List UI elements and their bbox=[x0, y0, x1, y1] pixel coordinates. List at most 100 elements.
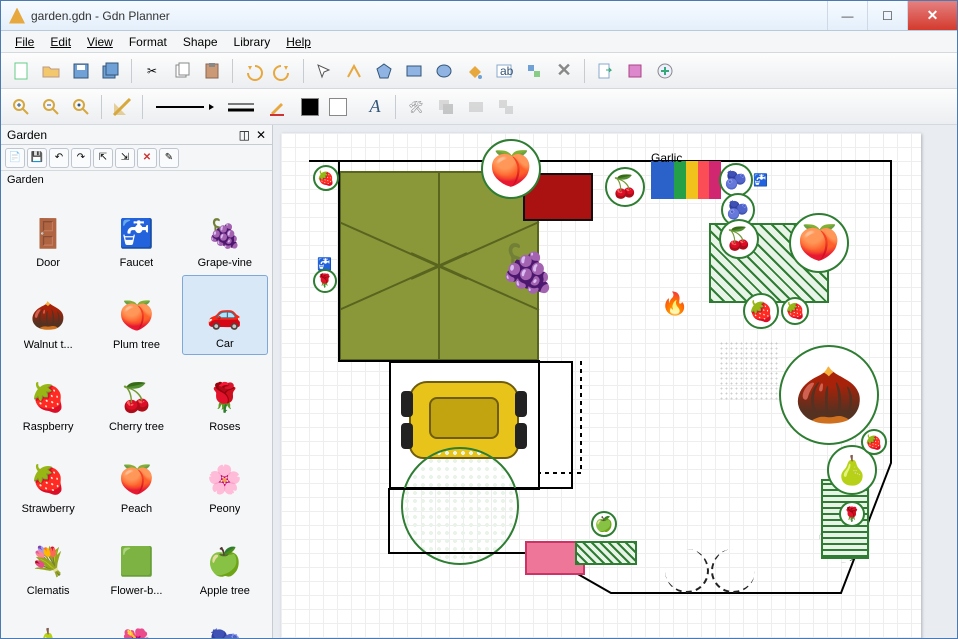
library-item[interactable]: 💐Clematis bbox=[5, 521, 91, 601]
library-item[interactable]: 🍏Apple tree bbox=[182, 521, 268, 601]
polygon-tool[interactable] bbox=[370, 57, 398, 85]
library-item[interactable]: 🌰Walnut t... bbox=[5, 275, 91, 355]
library-item[interactable]: 🌹Roses bbox=[182, 357, 268, 437]
canvas-area[interactable]: 🚰 🚰 Garlic 🍑 🍒 🫐 🫐 🌰 🍐 🍓 🌹 🍑 bbox=[273, 125, 957, 638]
save-button[interactable] bbox=[67, 57, 95, 85]
library-item[interactable]: 🍒Cherry tree bbox=[93, 357, 179, 437]
menu-library[interactable]: Library bbox=[226, 33, 279, 51]
zoom-out-button[interactable] bbox=[37, 93, 65, 121]
library-item[interactable]: 🌸Peony bbox=[182, 439, 268, 519]
panel-rename-icon[interactable]: ✎ bbox=[159, 148, 179, 168]
copy-button[interactable] bbox=[168, 57, 196, 85]
ellipse-tool[interactable] bbox=[430, 57, 458, 85]
door-arc[interactable] bbox=[665, 549, 709, 593]
library-item-label: Cherry tree bbox=[109, 421, 164, 433]
cut-button[interactable]: ✂ bbox=[138, 57, 166, 85]
library-item[interactable]: 🍇Grape-vine bbox=[182, 193, 268, 273]
library-item[interactable]: 🍑Peach bbox=[93, 439, 179, 519]
color-bar[interactable] bbox=[651, 161, 721, 199]
library-item-icon: 🍓 bbox=[28, 377, 68, 417]
library-item[interactable]: 🚪Door bbox=[5, 193, 91, 273]
select-tool[interactable] bbox=[310, 57, 338, 85]
cherry-plant-2[interactable]: 🍒 bbox=[719, 219, 759, 259]
panel-import-icon[interactable]: ⇱ bbox=[93, 148, 113, 168]
menu-view[interactable]: View bbox=[79, 33, 121, 51]
panel-delete-icon[interactable]: ✕ bbox=[137, 148, 157, 168]
door-arc[interactable] bbox=[711, 549, 755, 593]
plum-plant-2[interactable]: 🍑 bbox=[789, 213, 849, 273]
layers-button[interactable] bbox=[492, 93, 520, 121]
raspberry-plant-4[interactable]: 🍓 bbox=[313, 165, 339, 191]
library-item[interactable]: 🚰Faucet bbox=[93, 193, 179, 273]
panel-redo-icon[interactable]: ↷ bbox=[71, 148, 91, 168]
walnut-plant[interactable]: 🌰 bbox=[779, 345, 879, 445]
rose-plant-2[interactable]: 🌹 bbox=[313, 269, 337, 293]
raspberry-plant-3[interactable]: 🍓 bbox=[781, 297, 809, 325]
library-item[interactable]: 🌺Hibiskus bbox=[93, 603, 179, 638]
undo-button[interactable] bbox=[239, 57, 267, 85]
menu-shape[interactable]: Shape bbox=[175, 33, 226, 51]
zoom-fit-button[interactable] bbox=[67, 93, 95, 121]
panel-new-icon[interactable]: 📄 bbox=[5, 148, 25, 168]
maximize-button[interactable]: ☐ bbox=[867, 1, 907, 30]
add-button[interactable] bbox=[651, 57, 679, 85]
bonfire[interactable]: 🔥 bbox=[661, 291, 688, 317]
redo-button[interactable] bbox=[269, 57, 297, 85]
grape-vine[interactable]: 🍇 bbox=[499, 241, 556, 296]
bench[interactable] bbox=[575, 541, 637, 565]
canvas[interactable]: 🚰 🚰 Garlic 🍑 🍒 🫐 🫐 🌰 🍐 🍓 🌹 🍑 bbox=[281, 133, 921, 638]
menu-edit[interactable]: Edit bbox=[42, 33, 79, 51]
fill-tool[interactable] bbox=[460, 57, 488, 85]
tools-1[interactable]: 🛠 bbox=[402, 93, 430, 121]
menu-help[interactable]: Help bbox=[278, 33, 319, 51]
line-weight-button[interactable] bbox=[221, 93, 261, 121]
settings-button[interactable] bbox=[621, 57, 649, 85]
library-item[interactable]: 🍓Raspberry bbox=[5, 357, 91, 437]
group-button[interactable] bbox=[432, 93, 460, 121]
gravel-patch[interactable] bbox=[719, 341, 779, 401]
raspberry-plant[interactable]: 🍓 bbox=[861, 429, 887, 455]
library-item[interactable]: 🟩Flower-b... bbox=[93, 521, 179, 601]
rose-plant[interactable]: 🌹 bbox=[839, 501, 865, 527]
line-tool[interactable] bbox=[340, 57, 368, 85]
menu-format[interactable]: Format bbox=[121, 33, 175, 51]
zoom-in-button[interactable] bbox=[7, 93, 35, 121]
apple-plant[interactable]: 🍏 bbox=[591, 511, 617, 537]
panel-dock-icon[interactable]: ◫ bbox=[239, 128, 250, 142]
line-color-button[interactable] bbox=[263, 93, 291, 121]
garlic-label[interactable]: Garlic bbox=[651, 151, 682, 165]
close-button[interactable]: ✕ bbox=[907, 1, 957, 30]
library-item[interactable]: 🍓Strawberry bbox=[5, 439, 91, 519]
lawn-circle[interactable] bbox=[401, 447, 519, 565]
minimize-button[interactable]: — bbox=[827, 1, 867, 30]
panel-save-icon[interactable]: 💾 bbox=[27, 148, 47, 168]
library-item[interactable]: 🍑Plum tree bbox=[93, 275, 179, 355]
puzzle-tool[interactable] bbox=[520, 57, 548, 85]
fill-color-swatch[interactable] bbox=[301, 98, 319, 116]
line-style-button[interactable] bbox=[149, 93, 219, 121]
library-item[interactable]: 🍐Pear tree bbox=[5, 603, 91, 638]
save-all-button[interactable] bbox=[97, 57, 125, 85]
panel-undo-icon[interactable]: ↶ bbox=[49, 148, 69, 168]
panel-close-icon[interactable]: ✕ bbox=[256, 128, 266, 142]
menu-file[interactable]: File bbox=[7, 33, 42, 51]
raspberry-plant-2[interactable]: 🍓 bbox=[743, 293, 779, 329]
open-button[interactable] bbox=[37, 57, 65, 85]
font-button[interactable]: A bbox=[361, 93, 389, 121]
faucet-1[interactable]: 🚰 bbox=[753, 173, 779, 199]
panel-export-icon[interactable]: ⇲ bbox=[115, 148, 135, 168]
ruler-button[interactable] bbox=[108, 93, 136, 121]
export-button[interactable] bbox=[591, 57, 619, 85]
new-button[interactable] bbox=[7, 57, 35, 85]
cherry-plant[interactable]: 🍒 bbox=[605, 167, 645, 207]
rect-tool[interactable] bbox=[400, 57, 428, 85]
delete-button[interactable]: ✕ bbox=[550, 57, 578, 85]
text-tool[interactable]: abc bbox=[490, 57, 518, 85]
bg-color-swatch[interactable] bbox=[329, 98, 347, 116]
library-item[interactable]: 🚗Car bbox=[182, 275, 268, 355]
blackcurrant-plant[interactable]: 🫐 bbox=[719, 163, 753, 197]
library-item[interactable]: 🫐Black cur... bbox=[182, 603, 268, 638]
ungroup-button[interactable] bbox=[462, 93, 490, 121]
plum-plant[interactable]: 🍑 bbox=[481, 139, 541, 199]
paste-button[interactable] bbox=[198, 57, 226, 85]
